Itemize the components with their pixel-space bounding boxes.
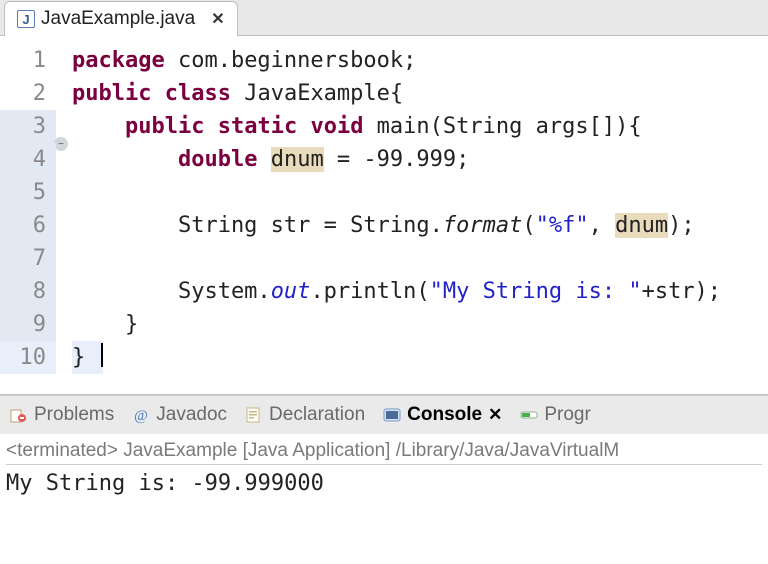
code-text: System.: [72, 279, 271, 304]
tab-label: Progr: [544, 404, 590, 426]
gutter-line-number: 6: [0, 209, 56, 242]
tab-declaration[interactable]: Declaration: [241, 402, 369, 428]
tab-javadoc[interactable]: @ Javadoc: [128, 402, 231, 428]
gutter-line-number: 4: [0, 143, 56, 176]
code-text: com.beginnersbook;: [165, 48, 417, 73]
tab-label: Declaration: [269, 404, 365, 426]
editor-tabs: J JavaExample.java ✕: [0, 0, 768, 36]
keyword-public: public: [72, 81, 151, 106]
javadoc-icon: @: [132, 406, 150, 424]
gutter-line-number: 3: [0, 110, 56, 143]
close-icon[interactable]: ✕: [488, 405, 502, 425]
gutter-line-number: 1: [0, 44, 56, 77]
console-output[interactable]: My String is: -99.999000: [6, 464, 762, 502]
text-cursor: [101, 343, 103, 367]
gutter-line-number: 10: [0, 341, 56, 374]
keyword-public: public: [125, 114, 204, 139]
gutter-line-number: 5: [0, 176, 56, 209]
code-text: String str = String.: [72, 213, 443, 238]
code-text: = -99.999;: [324, 147, 470, 172]
gutter-line-number: 2: [0, 77, 56, 110]
keyword-package: package: [72, 48, 165, 73]
string-literal: "My String is: ": [430, 279, 642, 304]
keyword-class: class: [165, 81, 231, 106]
declaration-icon: [245, 406, 263, 424]
tab-problems[interactable]: Problems: [6, 402, 118, 428]
gutter-line-number: 7: [0, 242, 56, 275]
gutter-line-number: 8: [0, 275, 56, 308]
svg-text:@: @: [134, 408, 148, 424]
fold-collapse-icon[interactable]: −: [54, 137, 68, 151]
highlighted-identifier: dnum: [615, 213, 668, 238]
console-icon: [383, 406, 401, 424]
code-text: +str);: [642, 279, 721, 304]
keyword-double: double: [178, 147, 257, 172]
progress-icon: [520, 406, 538, 424]
field-out: out: [271, 279, 311, 304]
bottom-tab-bar: Problems @ Javadoc Declaration Console ✕…: [0, 395, 768, 434]
gutter-line-number: 9: [0, 308, 56, 341]
code-text: }: [72, 308, 138, 341]
tab-label: Problems: [34, 404, 114, 426]
tab-console[interactable]: Console ✕: [379, 402, 506, 428]
tab-label: Javadoc: [156, 404, 227, 426]
tab-filename: JavaExample.java: [41, 8, 195, 30]
close-icon[interactable]: ✕: [211, 9, 224, 29]
code-editor[interactable]: 1 package com.beginnersbook; 2 public cl…: [0, 36, 768, 394]
console-header: <terminated> JavaExample [Java Applicati…: [6, 438, 762, 464]
code-text: }: [72, 345, 99, 370]
highlighted-identifier: dnum: [271, 147, 324, 172]
tab-progress[interactable]: Progr: [516, 402, 594, 428]
code-text: main(String args[]){: [363, 114, 641, 139]
code-text: JavaExample{: [231, 81, 403, 106]
method-format: format: [443, 213, 522, 238]
editor-tab[interactable]: J JavaExample.java ✕: [4, 1, 238, 36]
problems-icon: [10, 406, 28, 424]
tab-label: Console: [407, 404, 482, 426]
keyword-static: static: [218, 114, 297, 139]
console-view: <terminated> JavaExample [Java Applicati…: [0, 434, 768, 506]
string-literal: "%f": [536, 213, 589, 238]
java-file-icon: J: [17, 10, 35, 28]
keyword-void: void: [310, 114, 363, 139]
